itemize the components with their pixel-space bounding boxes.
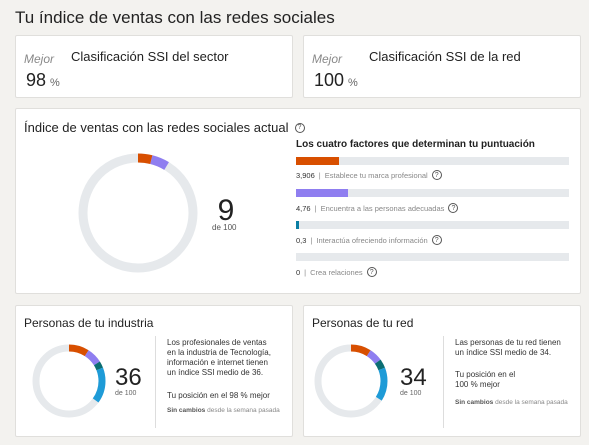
factor-text-relationships: 0 | Crea relaciones ? — [296, 267, 377, 277]
position-line: 100 % mejor — [455, 380, 500, 389]
network-score-sub: de 100 — [400, 390, 422, 397]
divider — [443, 336, 444, 428]
rank-value: 100% — [314, 70, 358, 91]
rank-number: 98 — [26, 70, 47, 90]
factor-value: 3,906 — [296, 170, 315, 180]
desc-line: un índice SSI medio de 34. — [455, 348, 552, 357]
main-title-text: Índice de ventas con las redes sociales … — [24, 120, 289, 135]
factor-bar-fill — [296, 189, 348, 197]
industry-title: Personas de tu industria — [24, 316, 154, 330]
industry-desc: Los profesionales de ventas en la indust… — [167, 338, 289, 378]
industry-donut — [32, 344, 106, 418]
factor-value: 0 — [296, 267, 301, 277]
rank-label: Clasificación SSI de la red — [369, 49, 521, 64]
network-desc: Las personas de tu red tienen un índice … — [455, 338, 577, 358]
factor-label[interactable]: Establece tu marca profesional — [325, 171, 428, 180]
factor-bar-people — [296, 189, 569, 197]
desc-line: Los profesionales de ventas — [167, 338, 267, 347]
main-ssi-card: Índice de ventas con las redes sociales … — [15, 108, 581, 294]
factor-bar-fill — [296, 157, 339, 165]
industry-change: Sin cambios desde la semana pasada — [167, 407, 280, 414]
factor-label[interactable]: Crea relaciones — [310, 268, 363, 277]
network-score: 34 — [400, 364, 427, 391]
factor-bar-brand — [296, 157, 569, 165]
rank-number: 100 — [314, 70, 345, 90]
position-line: Tu posición en el — [455, 370, 516, 379]
change-rest: desde la semana pasada — [207, 407, 280, 414]
factor-bar-fill — [296, 221, 300, 229]
desc-line: un índice SSI medio de 36. — [167, 368, 264, 377]
help-icon[interactable]: ? — [294, 122, 305, 133]
industry-score: 36 — [115, 364, 142, 391]
industry-position: Tu posición en el 98 % mejor — [167, 391, 270, 401]
factor-value: 4,76 — [296, 203, 311, 213]
factor-bar-relationships — [296, 253, 569, 261]
network-card: Personas de tu red 34 de 100 Las persona… — [303, 305, 581, 437]
rank-tag: Mejor — [312, 52, 343, 66]
rank-unit: % — [50, 77, 60, 89]
rank-network-card: Mejor Clasificación SSI de la red 100% — [303, 35, 581, 98]
rank-label: Clasificación SSI del sector — [71, 49, 229, 64]
main-score-sub: de 100 — [212, 223, 237, 232]
page-title: Tu índice de ventas con las redes social… — [15, 8, 335, 27]
industry-score-sub: de 100 — [115, 390, 137, 397]
factor-text-brand: 3,906 | Establece tu marca profesional ? — [296, 170, 442, 180]
rank-unit: % — [348, 77, 358, 89]
factor-value: 0,3 — [296, 235, 307, 245]
network-position: Tu posición en el 100 % mejor — [455, 370, 515, 390]
factors-title: Los cuatro factores que determinan tu pu… — [296, 139, 535, 150]
main-title: Índice de ventas con las redes sociales … — [24, 120, 305, 135]
factor-label[interactable]: Encuentra a las personas adecuadas — [321, 204, 445, 213]
main-donut — [78, 153, 198, 273]
donut-track — [78, 153, 198, 273]
desc-line: Las personas de tu red tienen — [455, 338, 561, 347]
position-line: Tu posición en el 98 % mejor — [167, 391, 270, 400]
help-icon[interactable]: ? — [366, 267, 377, 277]
factor-text-people: 4,76 | Encuentra a las personas adecuada… — [296, 203, 459, 213]
desc-line: información e internet tienen — [167, 358, 268, 367]
help-icon[interactable]: ? — [448, 203, 459, 213]
change-bold: Sin cambios — [455, 399, 494, 406]
network-change: Sin cambios desde la semana pasada — [455, 399, 568, 406]
rank-tag: Mejor — [24, 52, 55, 66]
factor-label[interactable]: Interactúa ofreciendo información — [316, 236, 427, 245]
factor-text-insights: 0,3 | Interactúa ofreciendo información … — [296, 235, 442, 245]
factor-bar-insights — [296, 221, 569, 229]
change-bold: Sin cambios — [167, 407, 206, 414]
rank-value: 98% — [26, 70, 60, 91]
network-donut — [314, 344, 388, 418]
help-icon[interactable]: ? — [431, 235, 442, 245]
change-rest: desde la semana pasada — [495, 399, 568, 406]
help-icon[interactable]: ? — [431, 170, 442, 180]
desc-line: en la industria de Tecnología, — [167, 348, 271, 357]
divider — [155, 336, 156, 428]
rank-sector-card: Mejor Clasificación SSI del sector 98% — [15, 35, 293, 98]
industry-card: Personas de tu industria 36 de 100 Los p… — [15, 305, 293, 437]
network-title: Personas de tu red — [312, 316, 414, 330]
